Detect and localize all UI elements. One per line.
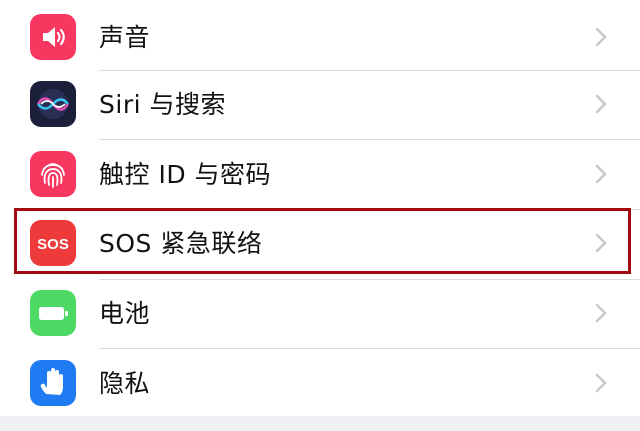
settings-row-label: 触控 ID 与密码 [99, 160, 272, 189]
settings-row-sound[interactable]: 声音 [0, 3, 640, 72]
settings-row-label: Siri 与搜索 [99, 90, 226, 119]
fingerprint-icon [30, 151, 76, 197]
settings-list: 声音 Siri 与搜索 触控 ID 与密码 SOS SOS 紧急联络 电池 隐私 [0, 0, 640, 416]
settings-row-touch-id[interactable]: 触控 ID 与密码 [0, 140, 640, 209]
settings-row-siri[interactable]: Siri 与搜索 [0, 71, 640, 140]
chevron-right-icon [594, 93, 608, 115]
settings-row-battery[interactable]: 电池 [0, 280, 640, 349]
settings-row-label: 隐私 [99, 369, 151, 398]
chevron-right-icon [594, 26, 608, 48]
sos-icon: SOS [30, 220, 76, 266]
settings-row-label: 电池 [99, 299, 151, 328]
chevron-right-icon [594, 302, 608, 324]
settings-row-label: 声音 [99, 23, 151, 52]
siri-icon [30, 81, 76, 127]
speaker-icon [30, 14, 76, 60]
chevron-right-icon [594, 372, 608, 394]
section-gap [0, 416, 640, 431]
battery-icon [30, 290, 76, 336]
sos-icon-text: SOS [37, 236, 69, 253]
settings-row-label: SOS 紧急联络 [99, 229, 263, 258]
chevron-right-icon [594, 232, 608, 254]
settings-row-privacy[interactable]: 隐私 [0, 349, 640, 418]
settings-row-emergency-sos[interactable]: SOS SOS 紧急联络 [0, 210, 640, 279]
hand-icon [30, 360, 76, 406]
chevron-right-icon [594, 163, 608, 185]
